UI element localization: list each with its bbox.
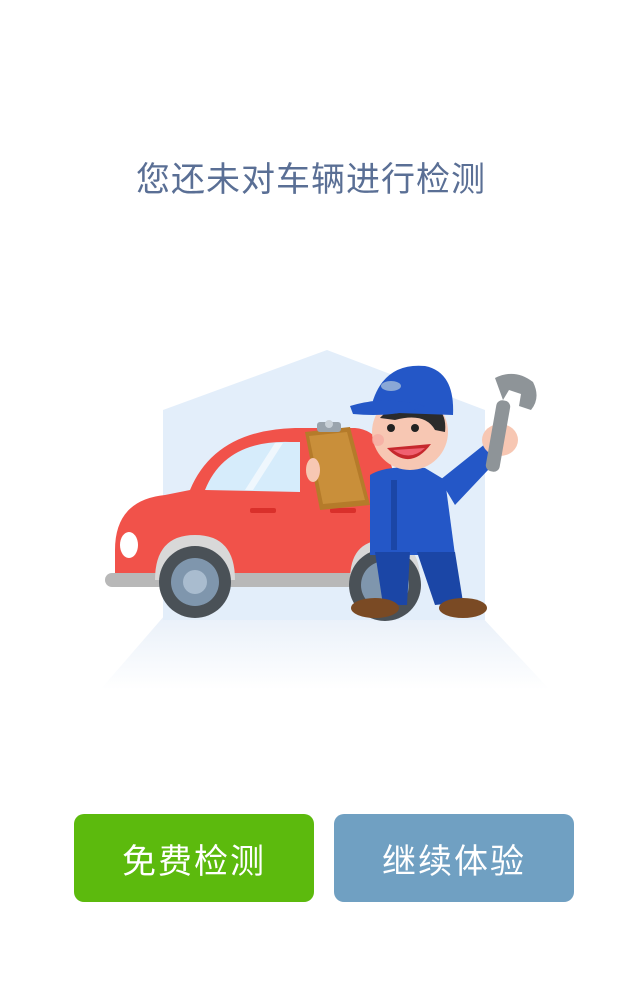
free-check-button[interactable]: 免费检测 <box>74 814 314 902</box>
floor-shape <box>100 615 550 690</box>
empty-state-screen: 您还未对车辆进行检测 免费检测 继续体验 <box>0 0 640 1000</box>
wrench-icon <box>485 373 537 472</box>
continue-experience-button[interactable]: 继续体验 <box>334 814 574 902</box>
car-inspection-illustration <box>100 350 550 690</box>
empty-state-title: 您还未对车辆进行检测 <box>136 160 486 200</box>
